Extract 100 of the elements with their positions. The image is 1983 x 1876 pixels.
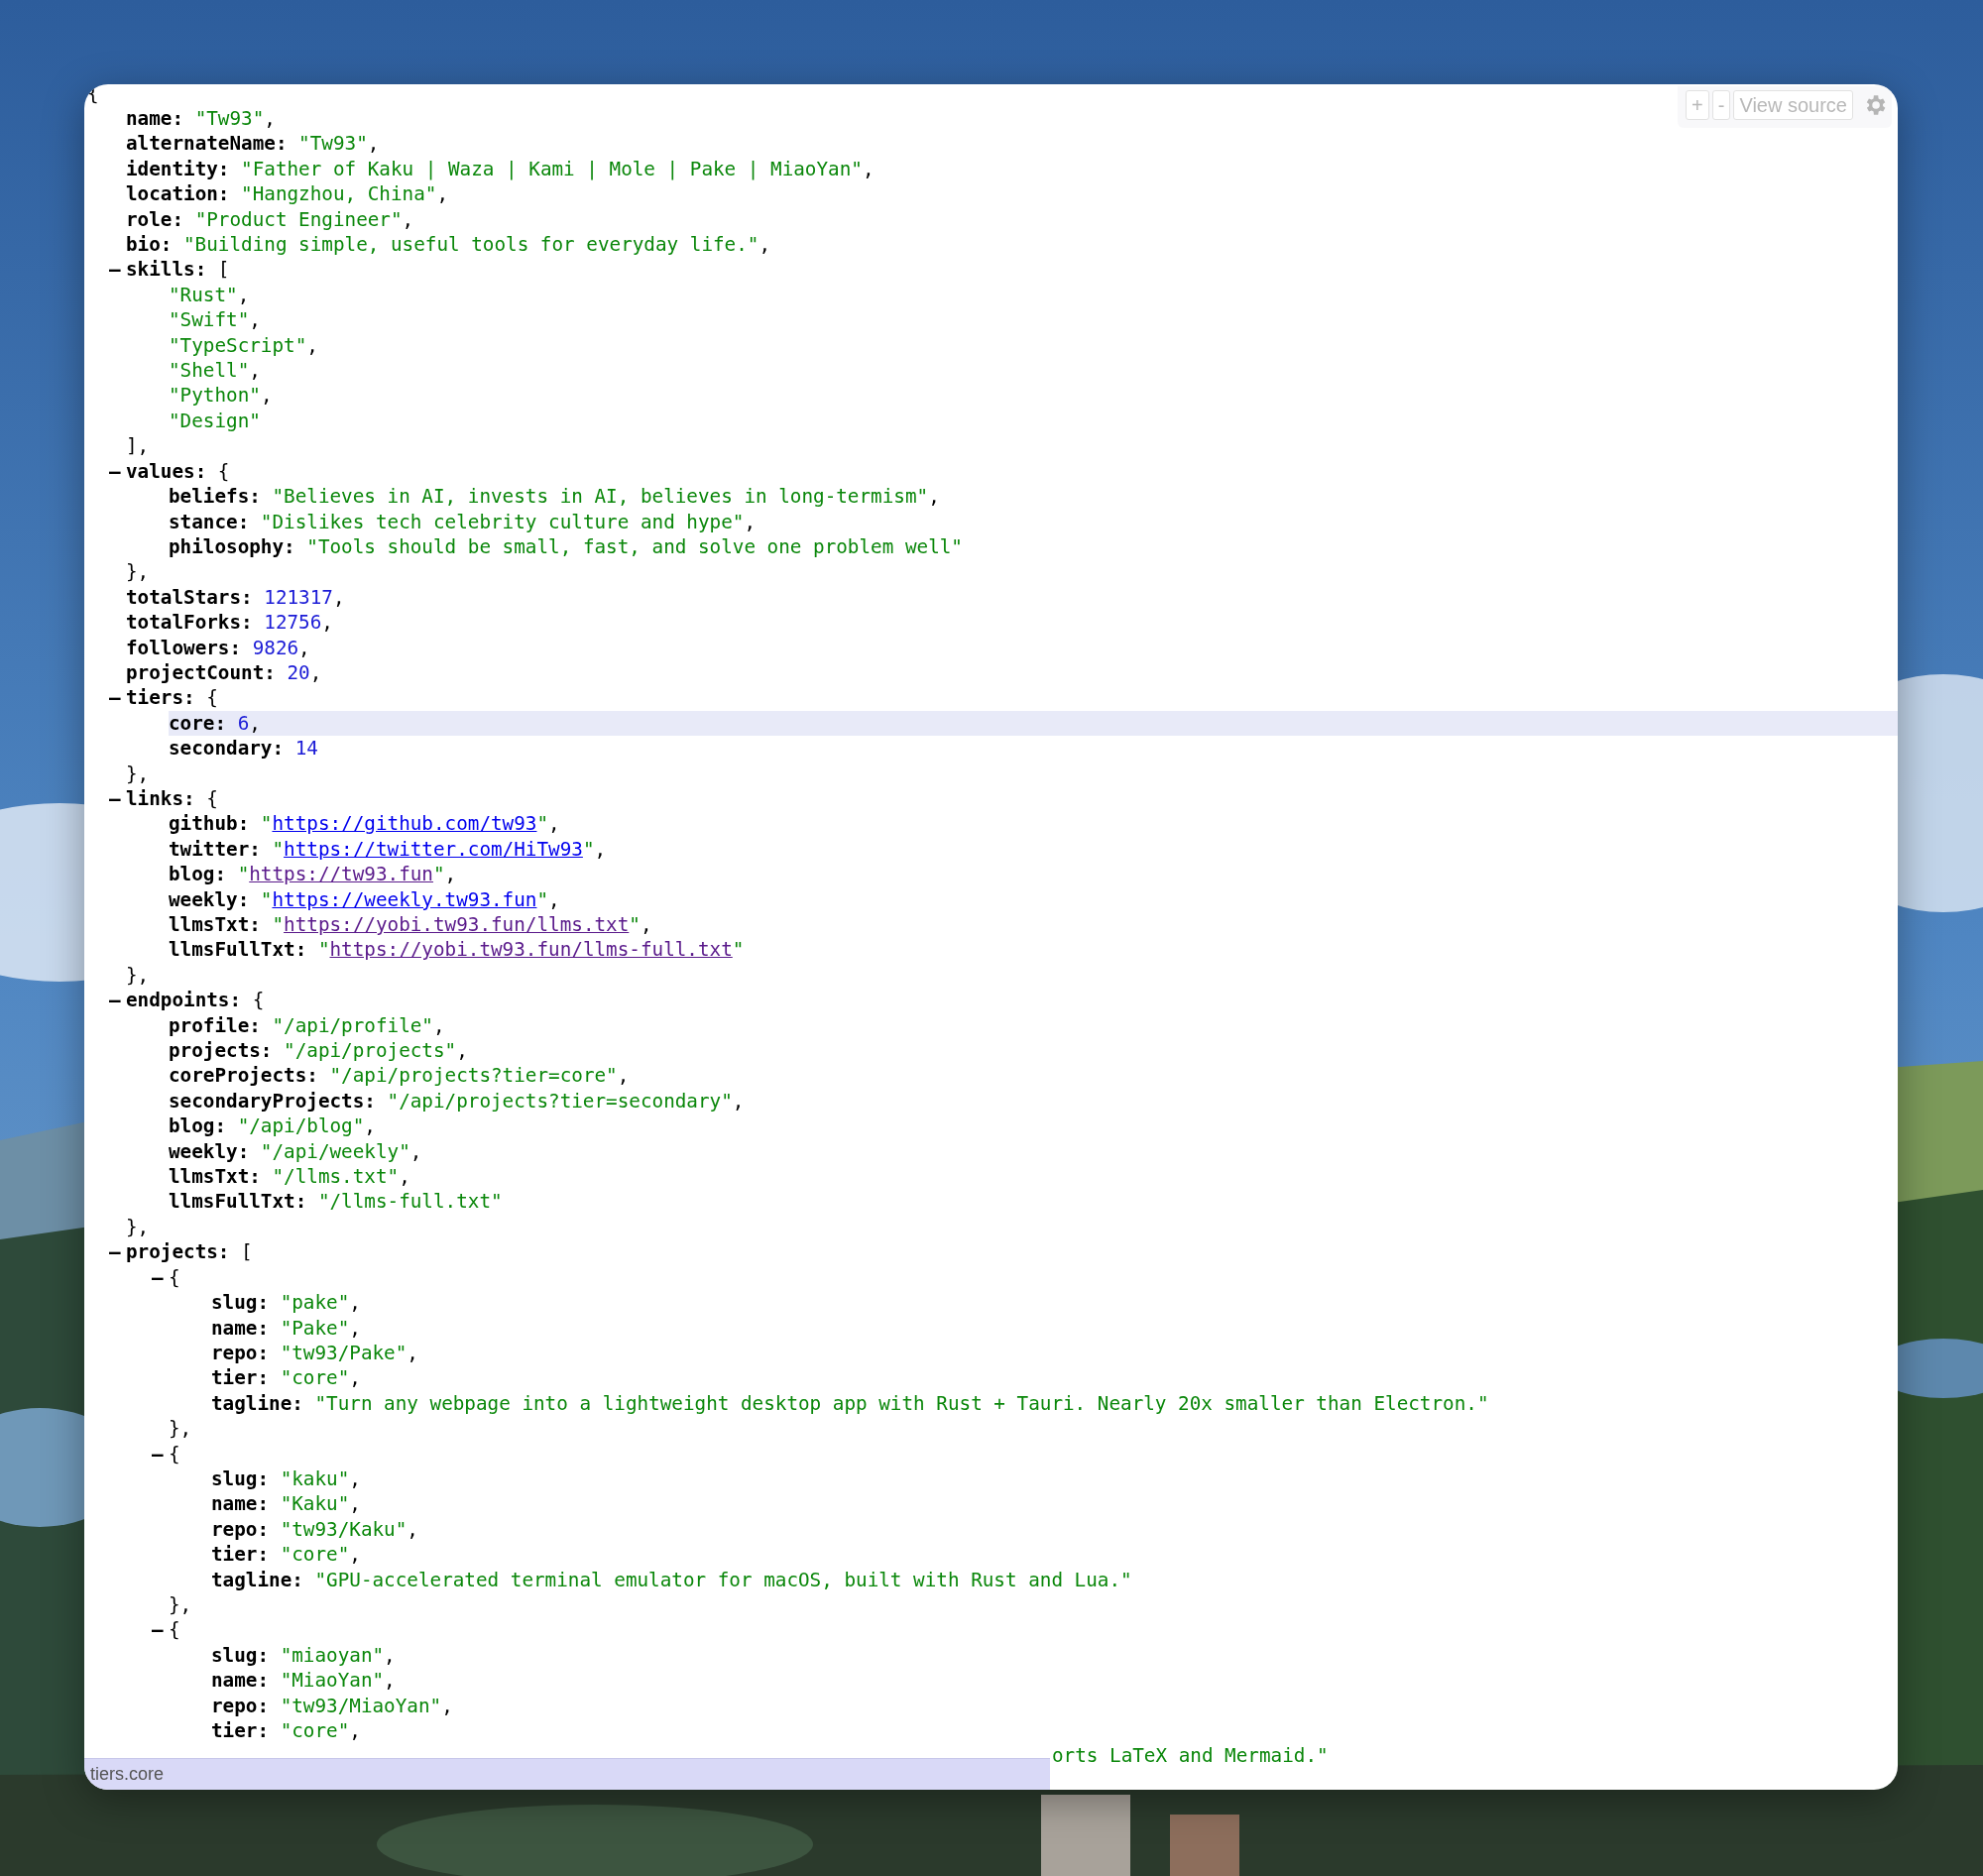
- comma: ,: [407, 1340, 418, 1366]
- json-key: projects:: [126, 1239, 230, 1265]
- json-key: repo:: [211, 1693, 270, 1718]
- quote: ": [272, 836, 285, 863]
- json-key: llmsFullTxt:: [169, 937, 307, 963]
- comma: ,: [364, 1114, 376, 1139]
- json-key: totalStars:: [126, 584, 253, 611]
- json-string: "Pake": [280, 1315, 350, 1341]
- json-key: totalForks:: [126, 610, 253, 636]
- bracket: {: [217, 458, 230, 485]
- json-key: values:: [126, 458, 207, 485]
- comma: ,: [402, 206, 414, 233]
- collapse-toggle[interactable]: –: [109, 1239, 126, 1265]
- json-key: secondaryProjects:: [169, 1088, 376, 1114]
- json-key: name:: [211, 1315, 270, 1341]
- json-key: llmsTxt:: [169, 912, 261, 938]
- json-string: "Swift": [169, 307, 250, 333]
- json-key: repo:: [211, 1340, 270, 1366]
- comma: ,: [744, 509, 756, 534]
- collapse-toggle[interactable]: –: [152, 1441, 169, 1466]
- comma: ,: [384, 1642, 396, 1669]
- json-string: "tw93/Kaku": [280, 1516, 408, 1543]
- comma: ,: [640, 912, 652, 938]
- comma: ,: [384, 1668, 396, 1694]
- json-number: 14: [294, 736, 318, 762]
- quote: ": [629, 912, 641, 938]
- collapse-toggle[interactable]: –: [109, 685, 126, 711]
- json-key: twitter:: [169, 836, 261, 863]
- quote: ": [317, 937, 330, 963]
- json-string: "Rust": [169, 282, 238, 308]
- bracket: },: [126, 1214, 150, 1240]
- json-key: location:: [126, 181, 230, 207]
- collapse-toggle[interactable]: –: [109, 785, 126, 812]
- json-key: links:: [126, 785, 195, 812]
- bracket: {: [169, 1264, 180, 1291]
- comma: ,: [436, 181, 448, 207]
- json-key: philosophy:: [169, 533, 295, 560]
- url-link[interactable]: https://github.com/tw93: [272, 811, 537, 837]
- json-string: "core": [280, 1718, 350, 1744]
- json-string: "Kaku": [280, 1491, 350, 1517]
- json-key: name:: [211, 1491, 270, 1517]
- json-number: 6: [237, 710, 250, 737]
- json-key: repo:: [211, 1516, 270, 1543]
- quote: ": [260, 886, 273, 912]
- json-key: slug:: [211, 1642, 270, 1669]
- url-link[interactable]: https://yobi.tw93.fun/llms.txt: [284, 912, 630, 938]
- collapse-toggle[interactable]: –: [109, 257, 126, 283]
- json-string: "core": [280, 1542, 350, 1568]
- json-key: slug:: [211, 1466, 270, 1492]
- comma: ,: [407, 1516, 418, 1543]
- collapse-toggle[interactable]: –: [152, 1264, 169, 1291]
- collapse-toggle[interactable]: –: [109, 988, 126, 1013]
- json-key: weekly:: [169, 1138, 250, 1165]
- url-link[interactable]: https://yobi.tw93.fun/llms-full.txt: [329, 937, 733, 963]
- json-key: tagline:: [211, 1390, 303, 1417]
- collapse-toggle[interactable]: –: [109, 458, 126, 485]
- quote: ": [272, 912, 285, 938]
- json-string: "/api/projects": [284, 1038, 457, 1064]
- status-bar: tiers.core: [84, 1758, 1050, 1790]
- collapse-toggle[interactable]: –: [152, 1617, 169, 1643]
- json-string: "kaku": [280, 1466, 350, 1492]
- url-link[interactable]: https://twitter.com/HiTw93: [284, 836, 583, 863]
- json-key: tier:: [211, 1542, 270, 1568]
- json-key: secondary:: [169, 736, 285, 762]
- json-string: "TypeScript": [169, 332, 307, 359]
- json-string: "Tw93": [298, 131, 368, 157]
- json-key: blog:: [169, 1114, 227, 1139]
- json-string: "MiaoYan": [280, 1668, 385, 1694]
- json-string: "Product Engineer": [194, 206, 403, 233]
- comma: ,: [349, 1466, 361, 1492]
- json-string: "Tw93": [194, 106, 265, 132]
- json-string: "Shell": [169, 358, 250, 384]
- bracket: [: [217, 257, 230, 283]
- json-string: "GPU-accelerated terminal emulator for macOS, built with Rust and Lua.": [314, 1567, 1132, 1592]
- json-key: llmsFullTxt:: [169, 1189, 307, 1215]
- json-string: "miaoyan": [280, 1642, 385, 1669]
- url-link[interactable]: https://tw93.fun: [249, 862, 433, 887]
- bracket: {: [206, 685, 218, 711]
- json-key: alternateName:: [126, 131, 288, 157]
- url-link[interactable]: https://weekly.tw93.fun: [272, 886, 537, 912]
- json-key: weekly:: [169, 886, 250, 912]
- bracket: {: [169, 1617, 180, 1643]
- json-key: name:: [211, 1668, 270, 1694]
- json-key: tiers:: [126, 685, 195, 711]
- comma: ,: [594, 836, 607, 863]
- json-key: projects:: [169, 1038, 273, 1064]
- comma: ,: [349, 1491, 361, 1517]
- json-key: projectCount:: [126, 659, 276, 686]
- quote: ": [732, 937, 745, 963]
- comma: ,: [928, 484, 940, 510]
- quote: ": [237, 862, 250, 887]
- comma: ,: [332, 584, 345, 611]
- comma: ,: [249, 358, 261, 384]
- json-key: identity:: [126, 156, 230, 182]
- comma: ,: [409, 1138, 422, 1165]
- json-key: beliefs:: [169, 484, 261, 510]
- json-number: 9826: [252, 635, 299, 660]
- comma: ,: [456, 1038, 468, 1064]
- bracket: },: [169, 1591, 192, 1618]
- json-string: "/llms.txt": [272, 1164, 400, 1190]
